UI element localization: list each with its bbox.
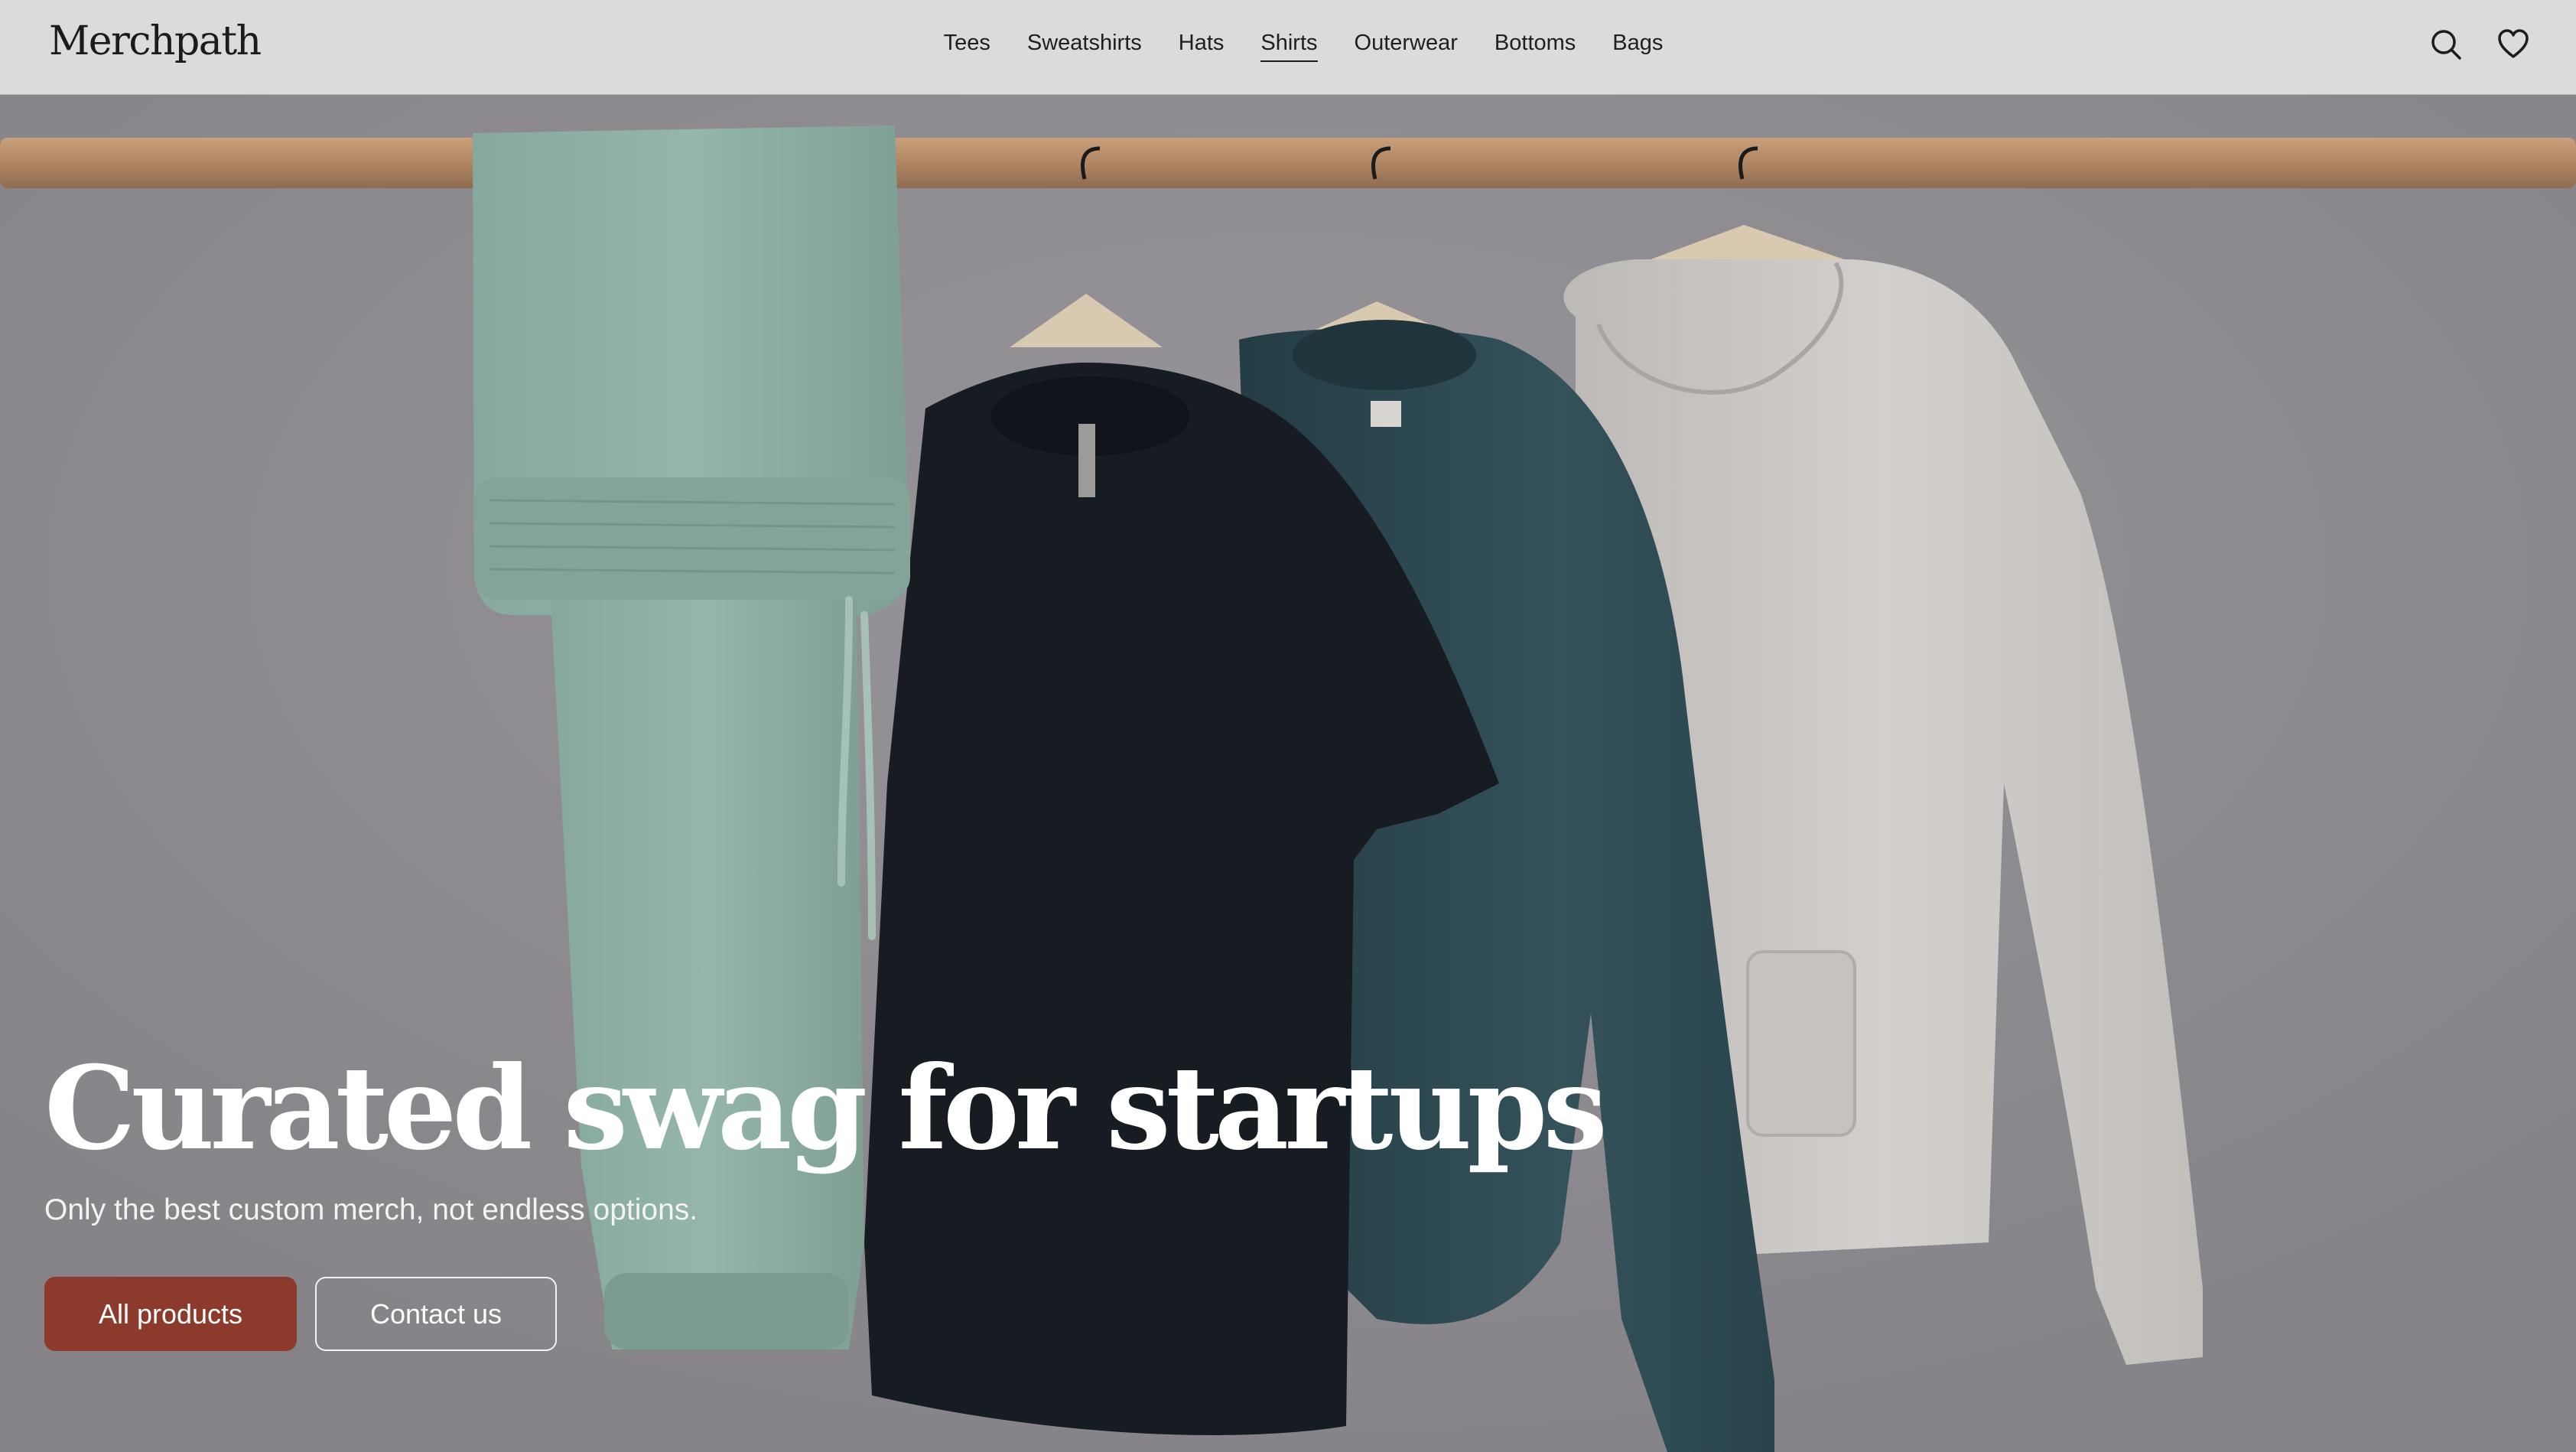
hero-subtitle: Only the best custom merch, not endless … xyxy=(44,1193,698,1226)
nav-item-bottoms[interactable]: Bottoms xyxy=(1495,31,1576,62)
nav-item-bags[interactable]: Bags xyxy=(1612,31,1663,62)
heart-icon[interactable] xyxy=(2496,28,2530,61)
hero-section: Curated swag for startups Only the best … xyxy=(0,95,2576,1452)
nav-item-outerwear[interactable]: Outerwear xyxy=(1355,31,1458,62)
nav-item-shirts[interactable]: Shirts xyxy=(1260,31,1318,62)
header-actions xyxy=(2429,28,2530,61)
site-header: Merchpath Tees Sweatshirts Hats Shirts O… xyxy=(0,0,2576,95)
contact-us-button[interactable]: Contact us xyxy=(315,1277,557,1351)
all-products-button[interactable]: All products xyxy=(44,1277,297,1351)
hero-image xyxy=(0,95,2576,1452)
nav-item-sweatshirts[interactable]: Sweatshirts xyxy=(1027,31,1142,62)
hero-title: Curated swag for startups xyxy=(44,1041,1608,1176)
search-icon[interactable] xyxy=(2429,28,2463,61)
nav-item-tees[interactable]: Tees xyxy=(944,31,990,62)
clothes-rod xyxy=(0,138,2576,188)
nav-item-hats[interactable]: Hats xyxy=(1179,31,1225,62)
main-nav: Tees Sweatshirts Hats Shirts Outerwear B… xyxy=(0,31,2576,62)
